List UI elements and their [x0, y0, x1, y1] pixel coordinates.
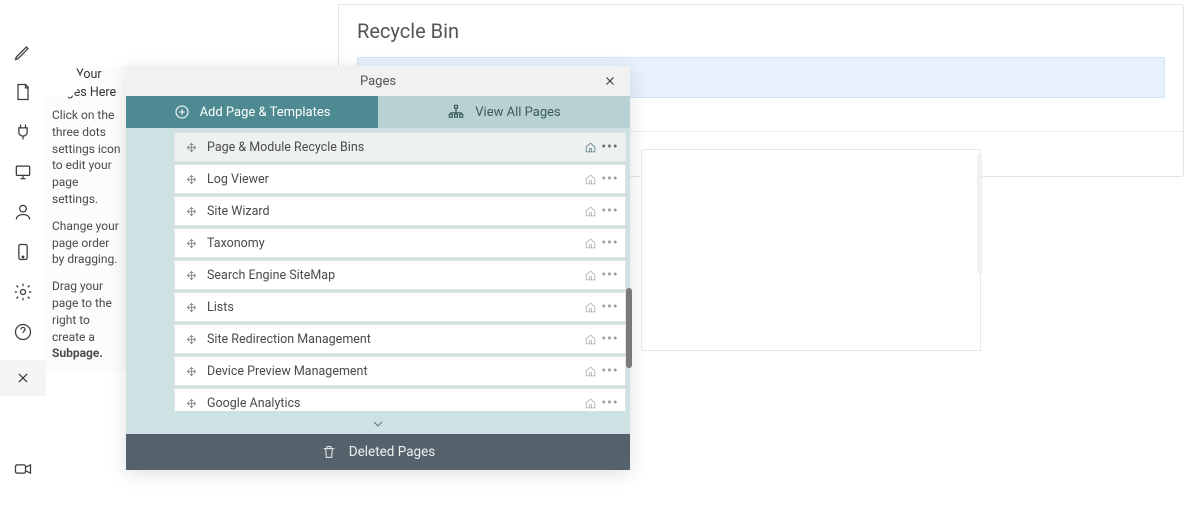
pages-panel-header: Pages — [126, 66, 630, 96]
deleted-pages-button[interactable]: Deleted Pages — [126, 434, 630, 470]
more-options-icon[interactable]: ••• — [601, 239, 619, 247]
more-options-icon[interactable]: ••• — [601, 367, 619, 375]
page-item-label: Search Engine SiteMap — [207, 268, 581, 283]
page-item[interactable]: Site Redirection Management ••• — [174, 324, 626, 354]
page-item-label: Google Analytics — [207, 396, 581, 411]
page-item-label: Device Preview Management — [207, 364, 581, 379]
user-icon[interactable] — [0, 192, 46, 232]
page-item[interactable]: Search Engine SiteMap ••• — [174, 260, 626, 290]
home-icon[interactable] — [581, 205, 599, 218]
home-icon[interactable] — [581, 237, 599, 250]
tab-view-all[interactable]: View All Pages — [378, 96, 630, 128]
drag-handle-icon[interactable] — [183, 302, 199, 313]
more-options-icon[interactable]: ••• — [601, 303, 619, 311]
drag-handle-icon[interactable] — [183, 206, 199, 217]
home-icon[interactable] — [581, 333, 599, 346]
drag-handle-icon[interactable] — [183, 142, 199, 153]
close-panel-button[interactable] — [0, 360, 46, 396]
pages-tabs: Add Page & Templates View All Pages — [126, 96, 630, 128]
help-text-2: Change your page order by dragging. — [52, 218, 122, 268]
scroll-down-button[interactable] — [126, 414, 630, 434]
page-item-label: Taxonomy — [207, 236, 581, 251]
page-item[interactable]: Google Analytics ••• — [174, 388, 626, 411]
home-icon[interactable] — [581, 173, 599, 186]
more-options-icon[interactable]: ••• — [601, 175, 619, 183]
more-options-icon[interactable]: ••• — [601, 143, 619, 151]
home-icon[interactable] — [581, 365, 599, 378]
page-item[interactable]: Page & Module Recycle Bins ••• — [174, 132, 626, 162]
drag-handle-icon[interactable] — [183, 270, 199, 281]
pages-panel-title: Pages — [126, 74, 630, 89]
help-text-3: Drag your page to the right to create a … — [52, 278, 122, 362]
tab-view-label: View All Pages — [475, 105, 560, 120]
page-item[interactable]: Device Preview Management ••• — [174, 356, 626, 386]
trash-icon — [321, 444, 337, 460]
more-options-icon[interactable]: ••• — [601, 399, 619, 407]
tab-add-page[interactable]: Add Page & Templates — [126, 96, 378, 128]
page-item[interactable]: Taxonomy ••• — [174, 228, 626, 258]
plus-circle-icon — [174, 104, 190, 120]
drag-handle-icon[interactable] — [183, 238, 199, 249]
tab-add-label: Add Page & Templates — [200, 105, 331, 120]
gear-icon[interactable] — [0, 272, 46, 312]
device-icon[interactable] — [0, 232, 46, 272]
page-title: Recycle Bin — [357, 19, 1165, 43]
help-panel: Edit Your Pages Here Click on the three … — [46, 66, 126, 372]
home-icon[interactable] — [581, 269, 599, 282]
help-text-1: Click on the three dots settings icon to… — [52, 107, 122, 208]
scrollbar-thumb[interactable] — [626, 288, 632, 368]
page-item-label: Page & Module Recycle Bins — [207, 140, 581, 155]
home-icon[interactable] — [581, 397, 599, 410]
home-icon[interactable] — [581, 141, 599, 154]
drag-handle-icon[interactable] — [183, 398, 199, 409]
monitor-icon[interactable] — [0, 152, 46, 192]
page-item[interactable]: Lists ••• — [174, 292, 626, 322]
page-item-label: Log Viewer — [207, 172, 581, 187]
page-item-label: Lists — [207, 300, 581, 315]
page-item[interactable]: Log Viewer ••• — [174, 164, 626, 194]
deleted-pages-label: Deleted Pages — [349, 444, 436, 460]
page-item-label: Site Redirection Management — [207, 332, 581, 347]
close-icon[interactable] — [598, 66, 622, 96]
sitemap-icon — [447, 103, 465, 121]
more-options-icon[interactable]: ••• — [601, 335, 619, 343]
more-options-icon[interactable]: ••• — [601, 207, 619, 215]
page-item-label: Site Wizard — [207, 204, 581, 219]
video-icon[interactable] — [0, 449, 46, 489]
drag-handle-icon[interactable] — [183, 174, 199, 185]
page-item[interactable]: Site Wizard ••• — [174, 196, 626, 226]
drag-handle-icon[interactable] — [183, 366, 199, 377]
pages-panel: Pages Add Page & Templates View All Page… — [126, 66, 630, 470]
home-icon[interactable] — [581, 301, 599, 314]
plug-icon[interactable] — [0, 112, 46, 152]
help-icon[interactable] — [0, 312, 46, 352]
drag-handle-icon[interactable] — [183, 334, 199, 345]
more-options-icon[interactable]: ••• — [601, 271, 619, 279]
content-card — [641, 149, 981, 351]
page-list: Page & Module Recycle Bins ••• Log Viewer •… — [126, 128, 630, 414]
